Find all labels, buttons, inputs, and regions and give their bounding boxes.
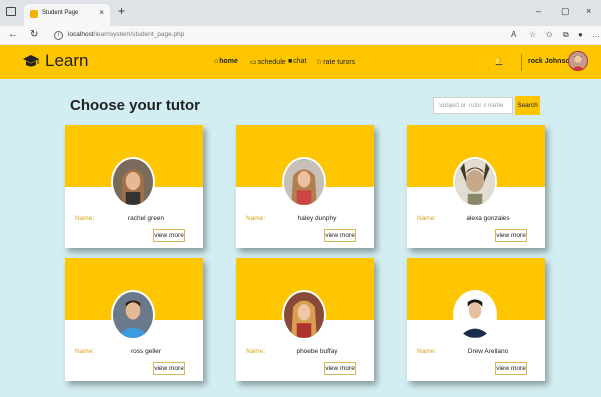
nav-home[interactable]: ⌂home xyxy=(214,58,238,65)
tutor-name: alexa gonzales xyxy=(466,215,510,222)
search-button[interactable]: Search xyxy=(515,96,540,115)
name-label: Name: xyxy=(417,215,437,222)
tab-title: Student Page xyxy=(42,10,79,16)
nav-chat-label: chat xyxy=(293,58,307,65)
name-label: Name: xyxy=(246,215,266,222)
view-more-button[interactable]: view more xyxy=(153,362,185,375)
window-menu-icon[interactable] xyxy=(6,7,16,16)
tutor-name: rachel green xyxy=(127,215,165,222)
page-title: Choose your tutor xyxy=(70,97,200,114)
nav-rate-label: rate turors xyxy=(323,59,356,66)
calendar-icon: ▭ xyxy=(250,59,257,66)
url-path: /learnsystem/student_page.php xyxy=(93,31,185,38)
name-label: Name: xyxy=(75,348,95,355)
add-favorite-icon[interactable]: ☆ xyxy=(529,30,536,39)
tutor-avatar xyxy=(453,157,497,207)
tutor-avatar xyxy=(282,290,326,340)
nav-schedule[interactable]: ▭schedule xyxy=(250,58,286,66)
tutor-card: Name: ross geller view more xyxy=(65,258,203,381)
more-icon[interactable]: … xyxy=(592,30,600,39)
new-tab-button[interactable]: + xyxy=(118,4,125,18)
address-bar: ← ↻ i localhost/learnsystem/student_page… xyxy=(0,26,601,45)
view-more-button[interactable]: view more xyxy=(153,229,185,242)
navbar-divider xyxy=(521,54,522,71)
tab-close-button[interactable]: × xyxy=(99,8,104,17)
browser-tab-bar: Student Page × + – ▢ × xyxy=(0,0,601,26)
read-aloud-icon[interactable]: A xyxy=(511,30,516,39)
tutor-avatar xyxy=(453,290,497,340)
window-close-button[interactable]: × xyxy=(586,6,591,16)
nav-schedule-label: schedule xyxy=(257,59,286,66)
nav-home-label: home xyxy=(219,58,238,65)
graduation-cap-icon xyxy=(23,55,39,67)
nav-chat[interactable]: ■chat xyxy=(288,58,306,65)
user-avatar[interactable] xyxy=(568,51,588,71)
brand-logo[interactable]: Learn xyxy=(45,51,88,71)
tutor-card: Name: haley dunphy view more xyxy=(236,125,374,248)
view-more-button[interactable]: view more xyxy=(495,362,527,375)
main-content: Choose your tutor Search Name: rachel gr… xyxy=(0,79,601,397)
view-more-button[interactable]: view more xyxy=(324,362,356,375)
url-host: localhost xyxy=(68,31,94,38)
tutor-avatar xyxy=(111,290,155,340)
home-icon: ⌂ xyxy=(214,58,219,65)
info-icon[interactable]: i xyxy=(54,31,63,40)
search-input[interactable] xyxy=(433,97,513,114)
name-label: Name: xyxy=(75,215,95,222)
tutor-card: Name: Drew Arellano view more xyxy=(407,258,545,381)
navbar: Learn ⌂home ▭schedule ■chat ☆rate turors… xyxy=(0,45,601,79)
browser-tab[interactable]: Student Page × xyxy=(24,4,110,26)
view-more-button[interactable]: view more xyxy=(324,229,356,242)
maximize-button[interactable]: ▢ xyxy=(561,6,570,17)
nav-rate-tutors[interactable]: ☆rate turors xyxy=(316,58,355,66)
minimize-button[interactable]: – xyxy=(536,6,541,16)
profile-icon[interactable]: ● xyxy=(578,30,583,39)
collections-icon[interactable]: ⧉ xyxy=(563,30,569,40)
name-label: Name: xyxy=(417,348,437,355)
tutor-name: haley dunphy xyxy=(297,215,337,222)
tutor-card: Name: alexa gonzales view more xyxy=(407,125,545,248)
favorites-icon[interactable]: ✩ xyxy=(546,30,553,39)
favicon-icon xyxy=(30,10,38,18)
tutor-avatar xyxy=(111,157,155,207)
tutor-name: phoebe buffay xyxy=(296,348,338,355)
view-more-button[interactable]: view more xyxy=(495,229,527,242)
tutor-avatar xyxy=(282,157,326,207)
url-field[interactable]: localhost/learnsystem/student_page.php xyxy=(68,31,184,38)
back-icon[interactable]: ← xyxy=(8,29,18,40)
chat-icon: ■ xyxy=(288,58,293,65)
star-icon: ☆ xyxy=(316,59,323,66)
tutor-name: Drew Arellano xyxy=(467,348,509,355)
name-label: Name: xyxy=(246,348,266,355)
tutor-card: Name: rachel green view more xyxy=(65,125,203,248)
tutor-card: Name: phoebe buffay view more xyxy=(236,258,374,381)
bell-icon[interactable]: 🔔 xyxy=(494,57,504,66)
tutor-name: ross geller xyxy=(131,348,161,355)
refresh-icon[interactable]: ↻ xyxy=(30,29,38,40)
